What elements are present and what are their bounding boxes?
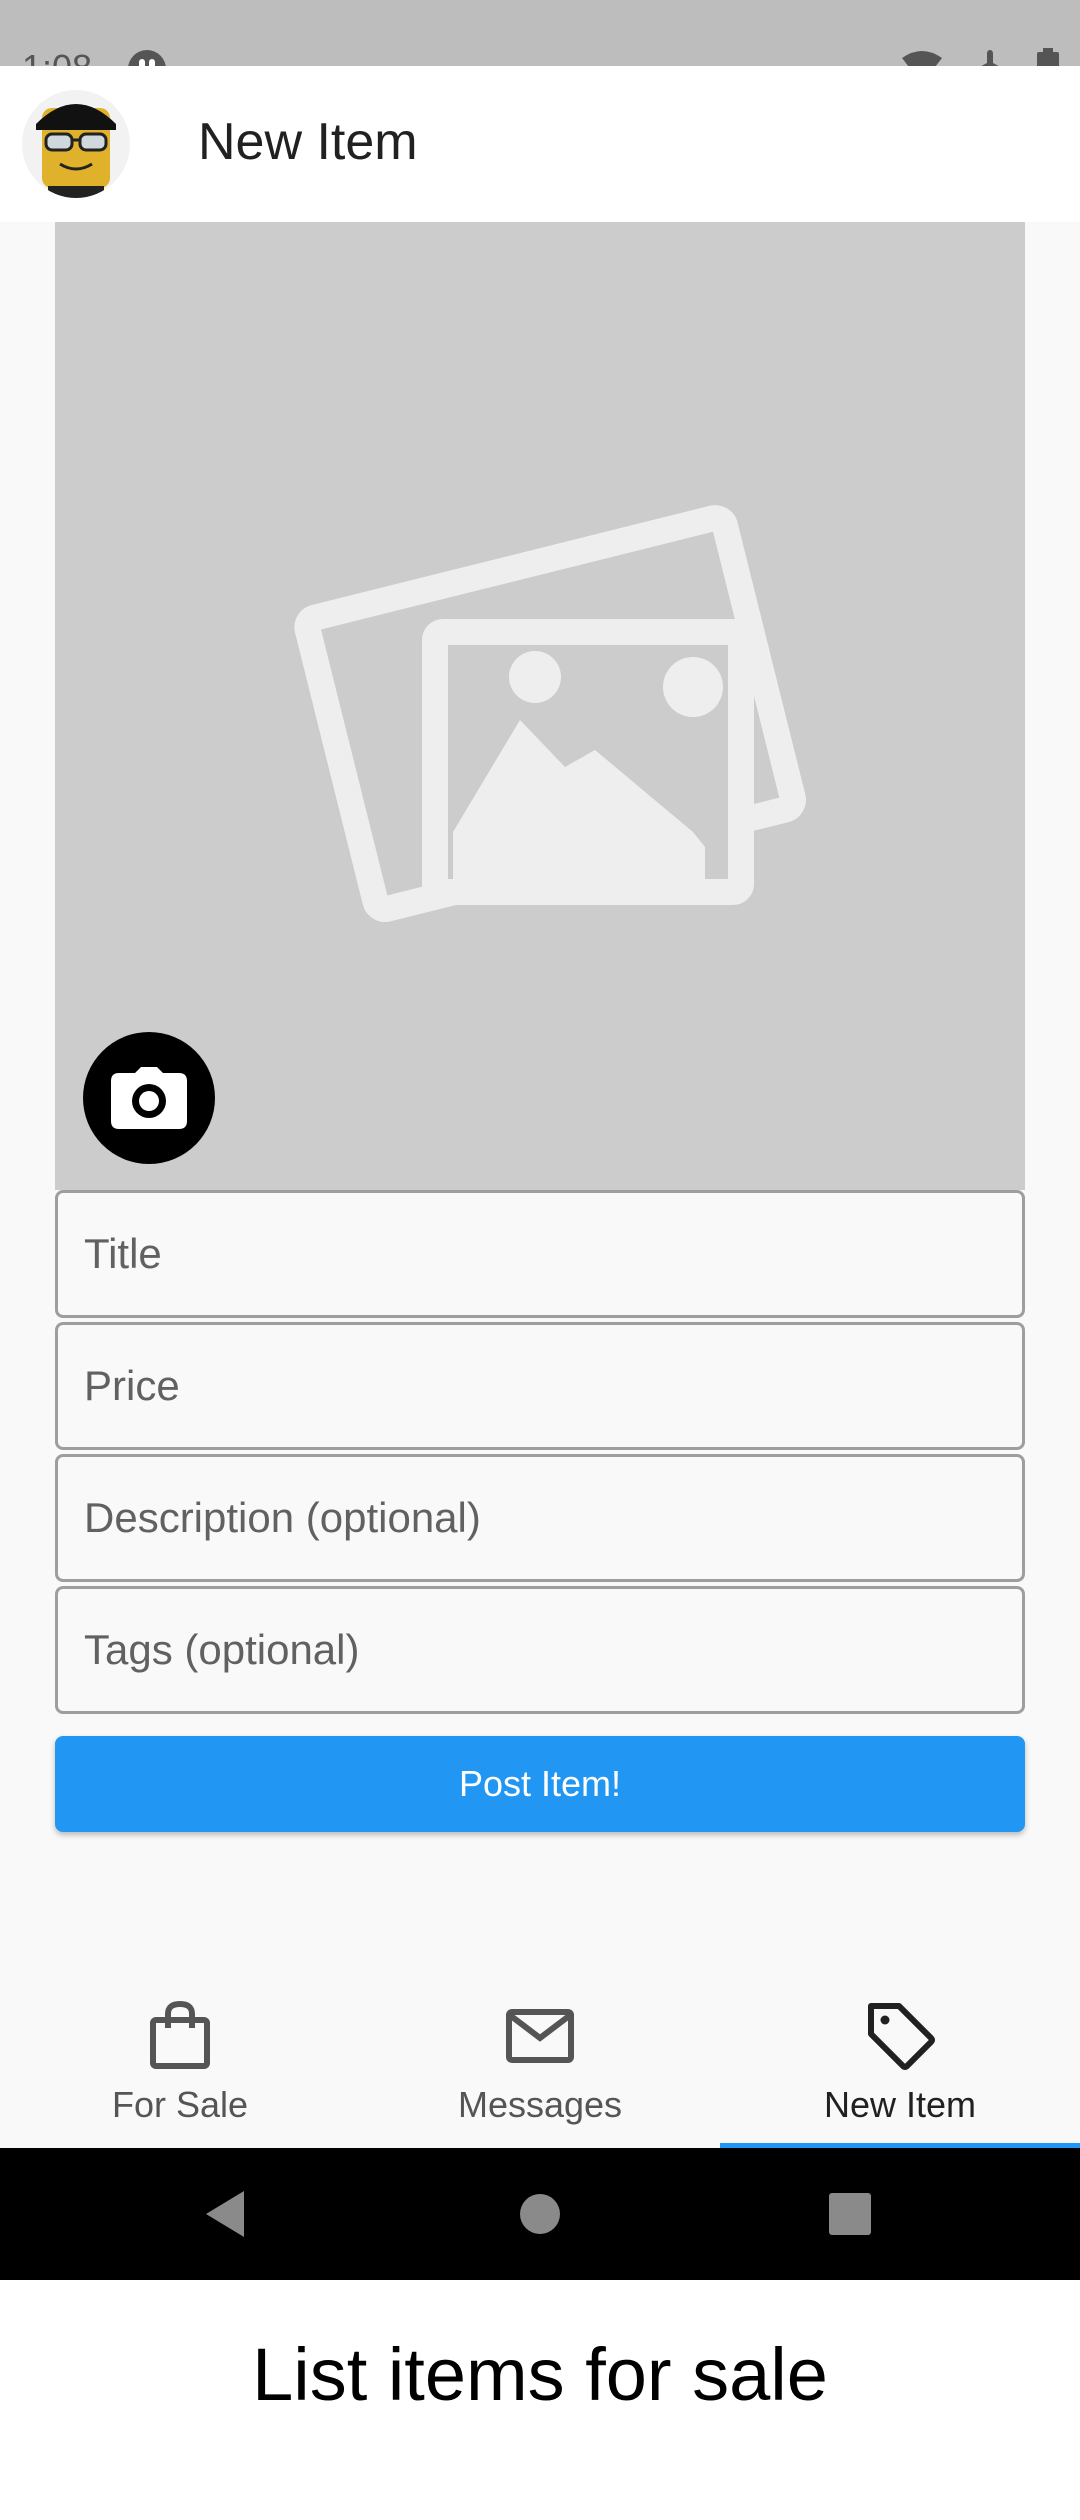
nav-item-for-sale[interactable]: For Sale — [0, 1980, 360, 2148]
back-button[interactable] — [160, 2148, 292, 2280]
item-image-area[interactable] — [55, 222, 1025, 1190]
price-input[interactable] — [58, 1325, 1022, 1447]
title-field[interactable] — [55, 1190, 1025, 1318]
bottom-nav: For Sale Messages New Item — [0, 1980, 1080, 2148]
tags-field[interactable] — [55, 1586, 1025, 1714]
post-item-button[interactable]: Post Item! — [55, 1736, 1025, 1832]
caption: List items for sale — [252, 2333, 828, 2416]
image-placeholder-icon — [294, 505, 806, 922]
back-icon — [206, 2191, 244, 2237]
tag-icon — [868, 2003, 935, 2070]
phone-screen: 1:08 New Item — [0, 0, 1080, 2280]
mail-icon — [506, 2009, 574, 2063]
camera-icon — [111, 1067, 187, 1129]
shopping-bag-icon — [150, 2000, 210, 2069]
camera-button[interactable] — [83, 1032, 215, 1164]
recents-icon — [829, 2193, 871, 2235]
nav-label-messages: Messages — [457, 2084, 623, 2125]
page-title: New Item — [198, 113, 418, 171]
description-input[interactable] — [58, 1457, 1022, 1579]
recents-button[interactable] — [784, 2148, 916, 2280]
home-button[interactable] — [474, 2148, 606, 2280]
home-icon — [520, 2194, 560, 2234]
nav-label-for-sale: For Sale — [111, 2084, 249, 2125]
tags-input[interactable] — [58, 1589, 1022, 1711]
title-input[interactable] — [58, 1193, 1022, 1315]
description-field[interactable] — [55, 1454, 1025, 1582]
nav-label-new-item: New Item — [823, 2084, 977, 2125]
app-bar: New Item — [0, 66, 1080, 222]
price-field[interactable] — [55, 1322, 1025, 1450]
nav-item-messages[interactable]: Messages — [360, 1980, 720, 2148]
nav-item-new-item[interactable]: New Item — [720, 1980, 1080, 2148]
status-bar: 1:08 — [0, 0, 1080, 88]
system-nav-bar — [0, 2148, 1080, 2280]
avatar[interactable] — [22, 90, 130, 198]
